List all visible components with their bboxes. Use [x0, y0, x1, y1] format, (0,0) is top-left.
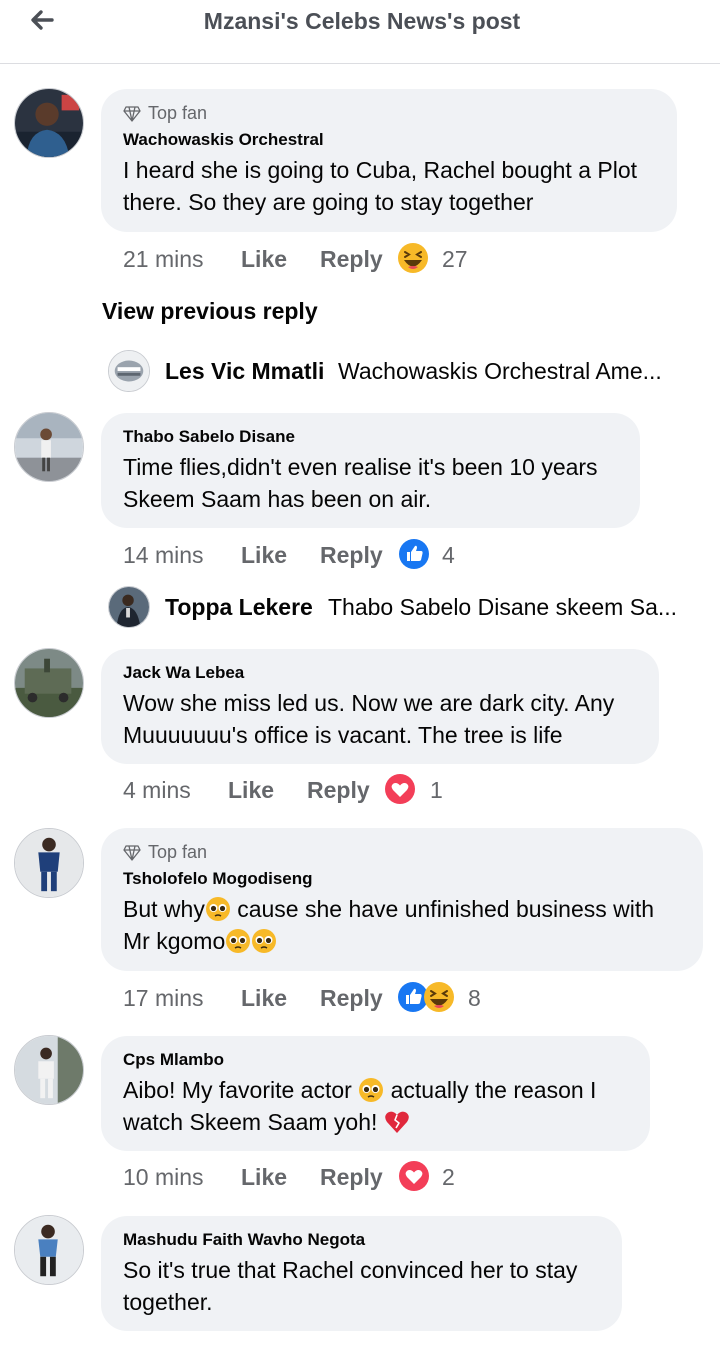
view-previous-reply-link[interactable]: View previous reply [102, 298, 318, 325]
reply-button[interactable]: Reply [320, 1164, 383, 1191]
reply-button[interactable]: Reply [320, 246, 383, 273]
comment-bubble: Mashudu Faith Wavho Negota So it's true … [101, 1216, 622, 1331]
reaction-summary[interactable] [397, 242, 429, 274]
comment-author[interactable]: Tsholofelo Mogodiseng [123, 869, 681, 889]
post-header: Mzansi's Celebs News's post [0, 0, 720, 64]
reply-author[interactable]: Les Vic Mmatli [165, 358, 324, 385]
like-button[interactable]: Like [241, 1164, 287, 1191]
comment-actions: 14 mins Like Reply 4 [123, 539, 683, 576]
comment-time[interactable]: 10 mins [123, 1164, 204, 1191]
reaction-count: 4 [442, 542, 455, 568]
avatar[interactable] [108, 350, 150, 392]
reaction-count: 2 [442, 1164, 455, 1190]
comment-author[interactable]: Mashudu Faith Wavho Negota [123, 1230, 600, 1250]
reply-button[interactable]: Reply [320, 985, 383, 1012]
comment-author[interactable]: Cps Mlambo [123, 1050, 628, 1070]
comment-text: I heard she is going to Cuba, Rachel bou… [123, 157, 638, 215]
comment-author[interactable]: Thabo Sabelo Disane [123, 427, 618, 447]
comment-text: So it's true that Rachel convinced her t… [123, 1257, 578, 1315]
diamond-icon [123, 105, 141, 122]
comment-author[interactable]: Wachowaskis Orchestral [123, 130, 655, 150]
broken-heart-emoji-icon [385, 1111, 409, 1133]
haha-reaction-icon [424, 982, 454, 1012]
love-reaction-icon [385, 774, 415, 804]
like-button[interactable]: Like [241, 985, 287, 1012]
comment-time[interactable]: 4 mins [123, 777, 191, 804]
reaction-summary[interactable] [398, 538, 430, 570]
page-title: Mzansi's Celebs News's post [203, 8, 521, 34]
top-fan-badge: Top fan [123, 842, 681, 863]
reply-preview[interactable]: Toppa Lekere Thabo Sabelo Disane skeem S… [108, 586, 708, 630]
comment-actions: 10 mins Like Reply 2 [123, 1161, 683, 1198]
pleading-face-emoji-icon [226, 929, 251, 953]
comment-text: But why cause she have unfinished busine… [123, 893, 681, 957]
comment-author[interactable]: Jack Wa Lebea [123, 663, 637, 683]
avatar[interactable] [14, 412, 84, 482]
like-reaction-icon [399, 539, 429, 569]
comment-text: Aibo! My favorite actor actually the rea… [123, 1074, 628, 1138]
comment-text-part: But why [123, 896, 205, 922]
avatar[interactable] [108, 586, 150, 628]
comment-actions: 21 mins Like Reply 27 [123, 243, 683, 280]
avatar[interactable] [14, 1215, 84, 1285]
reaction-count: 8 [468, 985, 481, 1011]
badge-label: Top fan [148, 103, 208, 123]
reaction-summary[interactable] [398, 1160, 430, 1192]
like-button[interactable]: Like [241, 542, 287, 569]
comment-text: Time flies,didn't even realise it's been… [123, 454, 598, 512]
reply-author[interactable]: Toppa Lekere [165, 594, 313, 621]
comment-actions: 4 mins Like Reply 1 [123, 774, 683, 811]
comment-time[interactable]: 17 mins [123, 985, 204, 1012]
reply-preview[interactable]: Les Vic Mmatli Wachowaskis Orchestral Am… [108, 350, 708, 394]
badge-label: Top fan [148, 842, 208, 862]
pleading-face-emoji-icon [359, 1078, 384, 1102]
like-button[interactable]: Like [241, 246, 287, 273]
avatar[interactable] [14, 648, 84, 718]
comment-time[interactable]: 21 mins [123, 246, 204, 273]
haha-reaction-icon [398, 243, 428, 273]
like-button[interactable]: Like [228, 777, 274, 804]
reply-button[interactable]: Reply [307, 777, 370, 804]
reply-text: Thabo Sabelo Disane skeem Sa... [328, 594, 678, 620]
reply-text: Wachowaskis Orchestral Ame... [338, 358, 662, 384]
reply-button[interactable]: Reply [320, 542, 383, 569]
comment-bubble: Top fan Wachowaskis Orchestral I heard s… [101, 89, 677, 232]
pleading-face-emoji-icon [252, 929, 277, 953]
pleading-face-emoji-icon [205, 897, 230, 921]
comment-bubble: Top fan Tsholofelo Mogodiseng But why ca… [101, 828, 703, 971]
comment-bubble: Cps Mlambo Aibo! My favorite actor actua… [101, 1036, 650, 1151]
comment-bubble: Jack Wa Lebea Wow she miss led us. Now w… [101, 649, 659, 764]
reaction-summary[interactable] [397, 981, 455, 1013]
reaction-count: 1 [430, 777, 443, 803]
reaction-count: 27 [442, 246, 468, 272]
avatar[interactable] [14, 828, 84, 898]
comment-time[interactable]: 14 mins [123, 542, 204, 569]
love-reaction-icon [399, 1161, 429, 1191]
comment-text: Wow she miss led us. Now we are dark cit… [123, 690, 615, 748]
avatar[interactable] [14, 88, 84, 158]
diamond-icon [123, 844, 141, 861]
top-fan-badge: Top fan [123, 103, 655, 124]
comment-bubble: Thabo Sabelo Disane Time flies,didn't ev… [101, 413, 640, 528]
comment-text-part: Aibo! My favorite actor [123, 1077, 359, 1103]
reaction-summary[interactable] [384, 773, 416, 805]
comment-actions: 17 mins Like Reply 8 [123, 982, 683, 1019]
avatar[interactable] [14, 1035, 84, 1105]
